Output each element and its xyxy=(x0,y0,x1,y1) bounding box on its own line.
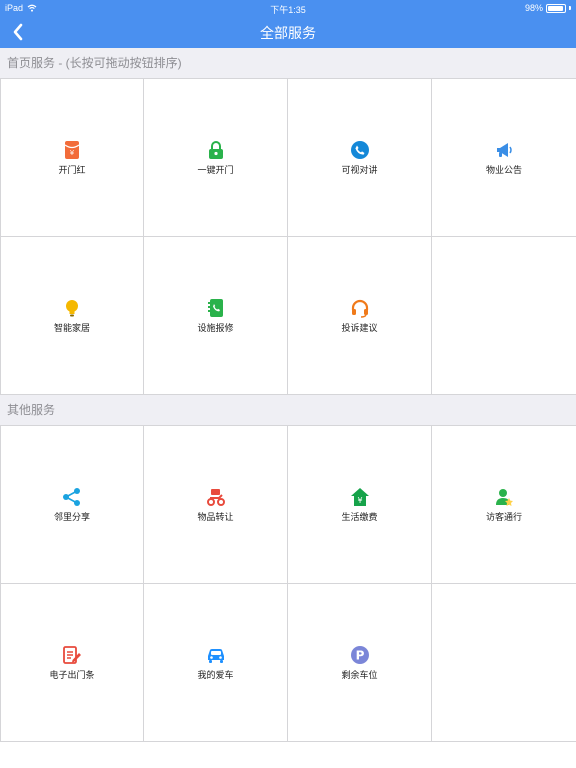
repair-phone-icon xyxy=(207,298,223,317)
battery-percent: 98% xyxy=(524,3,543,13)
car-icon xyxy=(207,648,224,663)
service-tile[interactable]: 电子出门条 xyxy=(0,584,144,742)
other-services-grid: 邻里分享 物品转让 ¥ 生活缴费 访客通行电子出门条 我的爱车 P 剩余车位 xyxy=(0,425,576,742)
service-tile-label: 电子出门条 xyxy=(49,669,95,680)
service-tile-label: 我的爱车 xyxy=(197,669,234,680)
service-tile[interactable]: 我的爱车 xyxy=(144,584,288,742)
megaphone-icon xyxy=(497,142,512,157)
status-time: 下午1:35 xyxy=(270,5,306,15)
service-tile[interactable]: P 剩余车位 xyxy=(288,584,432,742)
service-tile-label: 智能家居 xyxy=(53,322,90,333)
service-tile[interactable]: 物品转让 xyxy=(144,426,288,584)
service-tile-label: 剩余车位 xyxy=(341,669,378,680)
service-tile[interactable]: 访客通行 xyxy=(432,426,576,584)
battery-tip xyxy=(569,6,571,10)
share-icon xyxy=(63,487,80,506)
house-payment-icon: ¥ xyxy=(350,487,369,506)
service-tile-label: 开门红 xyxy=(58,164,86,175)
service-tile-label: 一键开门 xyxy=(197,164,234,175)
service-tile-label: 物业公告 xyxy=(485,164,522,175)
chevron-left-icon xyxy=(13,23,23,41)
red-envelope-icon: ¥ xyxy=(64,140,80,159)
service-tile-label: 投诉建议 xyxy=(341,322,378,333)
empty-tile xyxy=(432,584,576,742)
service-tile[interactable]: 设施报修 xyxy=(144,237,288,395)
svg-text:¥: ¥ xyxy=(70,149,75,157)
status-bar: iPad 下午1:35 98% xyxy=(0,0,576,16)
parking-icon: P xyxy=(350,645,369,664)
service-tile-label: 生活缴费 xyxy=(341,511,378,522)
header: iPad 下午1:35 98% 全部服务 xyxy=(0,0,576,48)
nav-bar: 全部服务 xyxy=(0,16,576,48)
section-header-home: 首页服务 - (长按可拖动按钮排序) xyxy=(0,48,576,78)
service-tile[interactable]: 邻里分享 xyxy=(0,426,144,584)
service-tile-label: 物品转让 xyxy=(197,511,234,522)
service-tile-label: 邻里分享 xyxy=(53,511,90,522)
status-right: 98% xyxy=(525,3,571,13)
service-tile[interactable]: ¥ 生活缴费 xyxy=(288,426,432,584)
service-tile[interactable]: 智能家居 xyxy=(0,237,144,395)
page-title: 全部服务 xyxy=(260,25,316,41)
svg-text:P: P xyxy=(355,648,364,662)
home-services-grid: ¥ 开门红 一键开门 可视对讲 物业公告智能家居 设施报修 投诉建议 xyxy=(0,78,576,395)
service-tile[interactable]: ¥ 开门红 xyxy=(0,79,144,237)
lock-icon xyxy=(208,140,223,159)
section-header-other: 其他服务 xyxy=(0,395,576,425)
empty-tile xyxy=(432,237,576,395)
note-edit-icon xyxy=(63,645,81,664)
scooter-icon xyxy=(206,488,225,506)
service-tile[interactable]: 一键开门 xyxy=(144,79,288,237)
service-tile[interactable]: 可视对讲 xyxy=(288,79,432,237)
visitor-icon xyxy=(496,488,513,506)
lightbulb-icon xyxy=(66,299,78,316)
back-button[interactable] xyxy=(6,19,32,45)
service-tile-label: 访客通行 xyxy=(485,511,522,522)
service-tile[interactable]: 物业公告 xyxy=(432,79,576,237)
svg-text:¥: ¥ xyxy=(357,496,362,505)
service-tile-label: 可视对讲 xyxy=(341,164,378,175)
battery-icon xyxy=(546,3,566,13)
headset-icon xyxy=(351,299,368,318)
phone-icon xyxy=(350,140,369,159)
service-tile[interactable]: 投诉建议 xyxy=(288,237,432,395)
service-tile-label: 设施报修 xyxy=(197,322,234,333)
